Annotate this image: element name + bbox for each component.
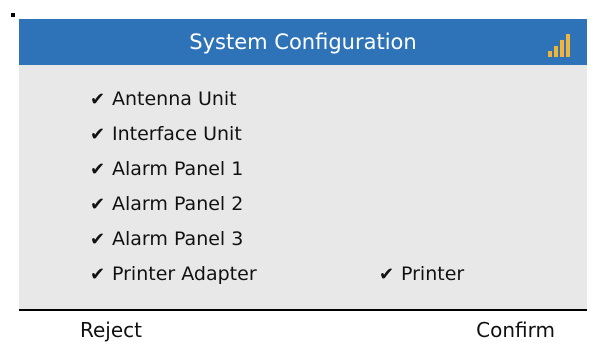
confirm-button[interactable]: Confirm [476,318,555,342]
softkey-divider [19,309,587,311]
signal-bars-icon [548,30,575,57]
display-screen: System Configuration ✔ Antenna Unit ✔ Inte… [19,19,587,309]
checkmark-icon: ✔ [90,124,106,145]
config-item-printer-adapter: ✔ Printer Adapter [90,263,257,286]
config-item-label: Interface Unit [112,123,242,145]
checkmark-icon: ✔ [90,89,106,110]
config-item-label: Printer Adapter [112,263,257,285]
checkmark-icon: ✔ [379,264,395,285]
config-item-label: Alarm Panel 3 [112,228,244,250]
page-title: System Configuration [189,30,417,54]
device-frame: System Configuration ✔ Antenna Unit ✔ Inte… [0,0,602,347]
config-item-label: Antenna Unit [112,88,237,110]
title-bar: System Configuration [19,19,587,65]
corner-dot [11,13,15,17]
config-item-printer: ✔ Printer [379,263,464,286]
config-item-interface-unit: ✔ Interface Unit [90,123,242,146]
checkmark-icon: ✔ [90,264,106,285]
config-item-alarm-panel-3: ✔ Alarm Panel 3 [90,228,243,251]
signal-bar-3 [560,40,564,57]
reject-button[interactable]: Reject [80,318,142,342]
config-item-alarm-panel-2: ✔ Alarm Panel 2 [90,193,243,216]
config-item-label: Alarm Panel 2 [112,193,244,215]
config-item-label: Alarm Panel 1 [112,158,244,180]
signal-bar-1 [548,51,552,57]
signal-bar-4 [566,34,570,57]
checkmark-icon: ✔ [90,194,106,215]
config-item-alarm-panel-1: ✔ Alarm Panel 1 [90,158,243,181]
config-item-antenna-unit: ✔ Antenna Unit [90,88,237,111]
checkmark-icon: ✔ [90,229,106,250]
signal-bar-2 [554,46,558,57]
checkmark-icon: ✔ [90,159,106,180]
config-item-label: Printer [401,263,465,285]
